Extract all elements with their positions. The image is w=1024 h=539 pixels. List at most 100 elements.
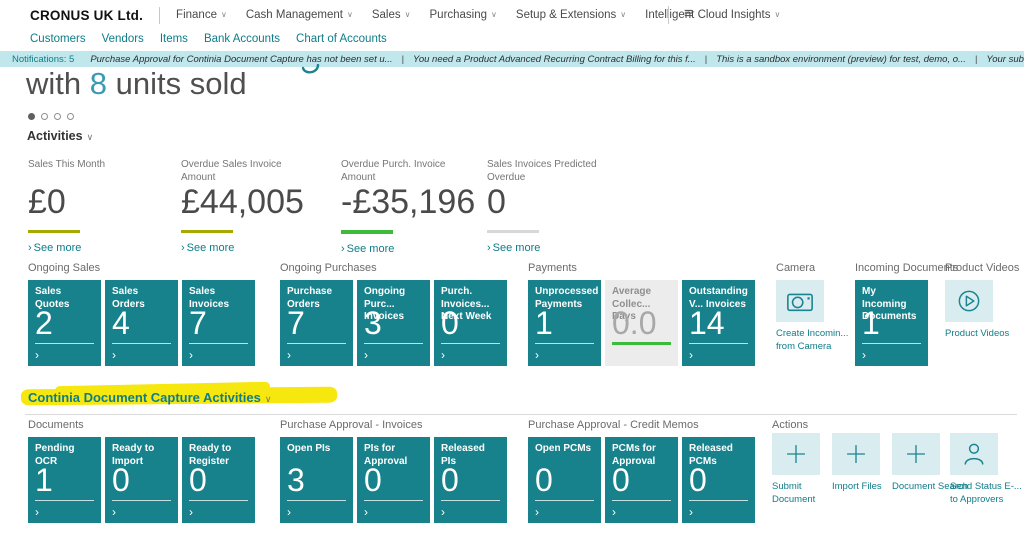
camera-icon <box>785 287 815 315</box>
action-label[interactable]: Product Videos <box>945 328 1023 341</box>
cue-tile-released-pcms[interactable]: Released PCMs 0 › <box>682 437 755 523</box>
chevron-right-icon: › <box>487 241 491 254</box>
carousel-dot[interactable] <box>28 113 35 120</box>
cue-tile-sales-orders[interactable]: Sales Orders 4 › <box>105 280 178 366</box>
cue-tile-average-collection-days[interactable]: Average Collec... Days 0.0 <box>605 280 678 366</box>
kpi-overdue-sales-invoice-amount: Overdue Sales Invoice Amount £44,005 › Se… <box>181 158 321 254</box>
action-label[interactable]: Create Incomin... from Camera <box>776 328 856 354</box>
product-videos-button[interactable] <box>945 280 993 322</box>
nav-divider <box>159 6 161 24</box>
chevron-right-icon: › <box>364 505 368 519</box>
nav-link-customers[interactable]: Customers <box>30 33 86 45</box>
chevron-right-icon: › <box>35 348 39 362</box>
nav-link-vendors[interactable]: Vendors <box>102 33 144 45</box>
chevron-down-icon: ∨ <box>220 10 227 19</box>
headline-emphasis: 8 <box>89 66 107 101</box>
cue-tile-outstanding-vendor-invoices[interactable]: Outstanding V... Invoices 14 › <box>682 280 755 366</box>
notification-message[interactable]: This is a sandbox environment (preview) … <box>716 54 966 65</box>
role-center-dashboard: CRONUS UK Ltd. Finance ∨ Cash Management ∨… <box>0 0 1024 539</box>
person-icon <box>960 440 988 468</box>
headline-carousel-dots <box>28 113 74 120</box>
create-incoming-from-camera-button[interactable] <box>776 280 824 322</box>
chevron-right-icon: › <box>535 348 539 362</box>
chevron-right-icon: › <box>112 505 116 519</box>
menu-setup-extensions[interactable]: Setup & Extensions ∨ <box>516 9 626 21</box>
chevron-right-icon: › <box>441 348 445 362</box>
menu-intelligent-cloud-insights[interactable]: Intelligent Cloud Insights ∨ <box>645 9 780 21</box>
cue-tile-ready-to-import[interactable]: Ready to Import 0 › <box>105 437 178 523</box>
activities-section-header[interactable]: Activities ∨ <box>27 129 93 143</box>
notification-separator: | <box>974 53 978 65</box>
cue-tile-open-pcms[interactable]: Open PCMs 0 › <box>528 437 601 523</box>
cue-group-purchase-approval-credit-memos: Purchase Approval - Credit Memos Open PC… <box>528 419 755 523</box>
nav-link-chart-of-accounts[interactable]: Chart of Accounts <box>296 33 387 45</box>
cue-tile-sales-quotes[interactable]: Sales Quotes 2 › <box>28 280 101 366</box>
person-icon-button[interactable] <box>950 433 998 475</box>
notification-message[interactable]: Purchase Approval for Continia Document … <box>90 54 392 65</box>
headline-text: with 8 units sold <box>26 66 247 101</box>
action-label[interactable]: Submit Document <box>772 481 822 507</box>
chevron-right-icon: › <box>341 242 345 255</box>
cue-tile-ready-to-register[interactable]: Ready to Register 0 › <box>182 437 255 523</box>
cue-tile-purch-invoices-next-week[interactable]: Purch. Invoices... Next Week 0 › <box>434 280 507 366</box>
chevron-down-icon: ∨ <box>404 10 411 19</box>
menu-finance[interactable]: Finance ∨ <box>176 9 227 21</box>
cue-group-payments: Payments Unprocessed Payments 1 › Averag… <box>528 262 755 366</box>
section-divider <box>25 414 1017 415</box>
notifications-count[interactable]: Notifications: 5 <box>12 54 74 65</box>
see-more-link[interactable]: › See more <box>28 242 168 254</box>
submit-document-button[interactable] <box>772 433 820 475</box>
cue-tile-pending-ocr[interactable]: Pending OCR 1 › <box>28 437 101 523</box>
cue-tile-open-pis[interactable]: Open PIs 3 › <box>280 437 353 523</box>
carousel-dot[interactable] <box>67 113 74 120</box>
cue-tile-pis-for-approval[interactable]: PIs for Approval 0 › <box>357 437 430 523</box>
cue-group-ongoing-sales: Ongoing Sales Sales Quotes 2 › Sales Ord… <box>28 262 255 366</box>
chevron-right-icon: › <box>612 505 616 519</box>
play-icon <box>955 287 983 315</box>
cue-tile-sales-invoices[interactable]: Sales Invoices 7 › <box>182 280 255 366</box>
hamburger-menu-icon[interactable]: ≡ <box>684 5 693 22</box>
chevron-down-icon: ∨ <box>620 10 627 19</box>
document-search-button[interactable] <box>892 433 940 475</box>
clipped-text-artifact <box>301 64 321 76</box>
chevron-right-icon: › <box>112 348 116 362</box>
carousel-dot[interactable] <box>54 113 61 120</box>
chevron-right-icon: › <box>441 505 445 519</box>
nav-link-bank-accounts[interactable]: Bank Accounts <box>204 33 280 45</box>
cue-tile-unprocessed-payments[interactable]: Unprocessed Payments 1 › <box>528 280 601 366</box>
carousel-dot[interactable] <box>41 113 48 120</box>
chevron-right-icon: › <box>287 505 291 519</box>
import-files-button[interactable] <box>832 433 880 475</box>
plus-icon <box>903 441 929 467</box>
action-label[interactable]: Send Status E-... to Approvers <box>950 481 1022 507</box>
cue-tile-purchase-orders[interactable]: Purchase Orders 7 › <box>280 280 353 366</box>
cue-tile-released-pis[interactable]: Released PIs 0 › <box>434 437 507 523</box>
kpi-underline <box>181 229 233 233</box>
sub-navigation-bar: Customers Vendors Items Bank Accounts Ch… <box>30 33 387 45</box>
cue-group-product-videos: Product Videos Product Videos <box>945 262 1023 341</box>
see-more-link[interactable]: › See more <box>181 242 321 254</box>
nav-link-items[interactable]: Items <box>160 33 188 45</box>
menu-purchasing[interactable]: Purchasing ∨ <box>430 9 497 21</box>
menu-sales[interactable]: Sales ∨ <box>372 9 411 21</box>
notification-message[interactable]: Your subscription has been canceled. Ple… <box>986 54 1024 65</box>
company-name[interactable]: CRONUS UK Ltd. <box>30 8 143 23</box>
see-more-link[interactable]: › See more <box>341 243 481 255</box>
top-navigation-bar: CRONUS UK Ltd. Finance ∨ Cash Management ∨… <box>0 0 1024 30</box>
cue-tile-my-incoming-documents[interactable]: My Incoming Documents 1 › <box>855 280 928 366</box>
kpi-underline <box>487 229 539 233</box>
see-more-link[interactable]: › See more <box>487 242 627 254</box>
cue-tile-ongoing-purchase-invoices[interactable]: Ongoing Purc... Invoices 3 › <box>357 280 430 366</box>
continia-section-header[interactable]: Continia Document Capture Activities ∨ <box>28 390 271 405</box>
chevron-right-icon: › <box>287 348 291 362</box>
cue-group-ongoing-purchases: Ongoing Purchases Purchase Orders 7 › On… <box>280 262 507 366</box>
cue-tile-pcms-for-approval[interactable]: PCMs for Approval 0 › <box>605 437 678 523</box>
kpi-sales-invoices-predicted-overdue: Sales Invoices Predicted Overdue 0 › See … <box>487 158 627 254</box>
action-send-status-email-to-approvers: Send Status E-... to Approvers <box>950 433 1022 507</box>
chevron-right-icon: › <box>862 348 866 362</box>
cue-group-camera: Camera Create Incomin... from Camera <box>776 262 856 354</box>
action-label[interactable]: Import Files <box>832 481 892 494</box>
action-submit-document: Submit Document <box>772 433 822 507</box>
menu-cash-management[interactable]: Cash Management ∨ <box>246 9 353 21</box>
notification-message[interactable]: You need a Product Advanced Recurring Co… <box>413 54 696 65</box>
